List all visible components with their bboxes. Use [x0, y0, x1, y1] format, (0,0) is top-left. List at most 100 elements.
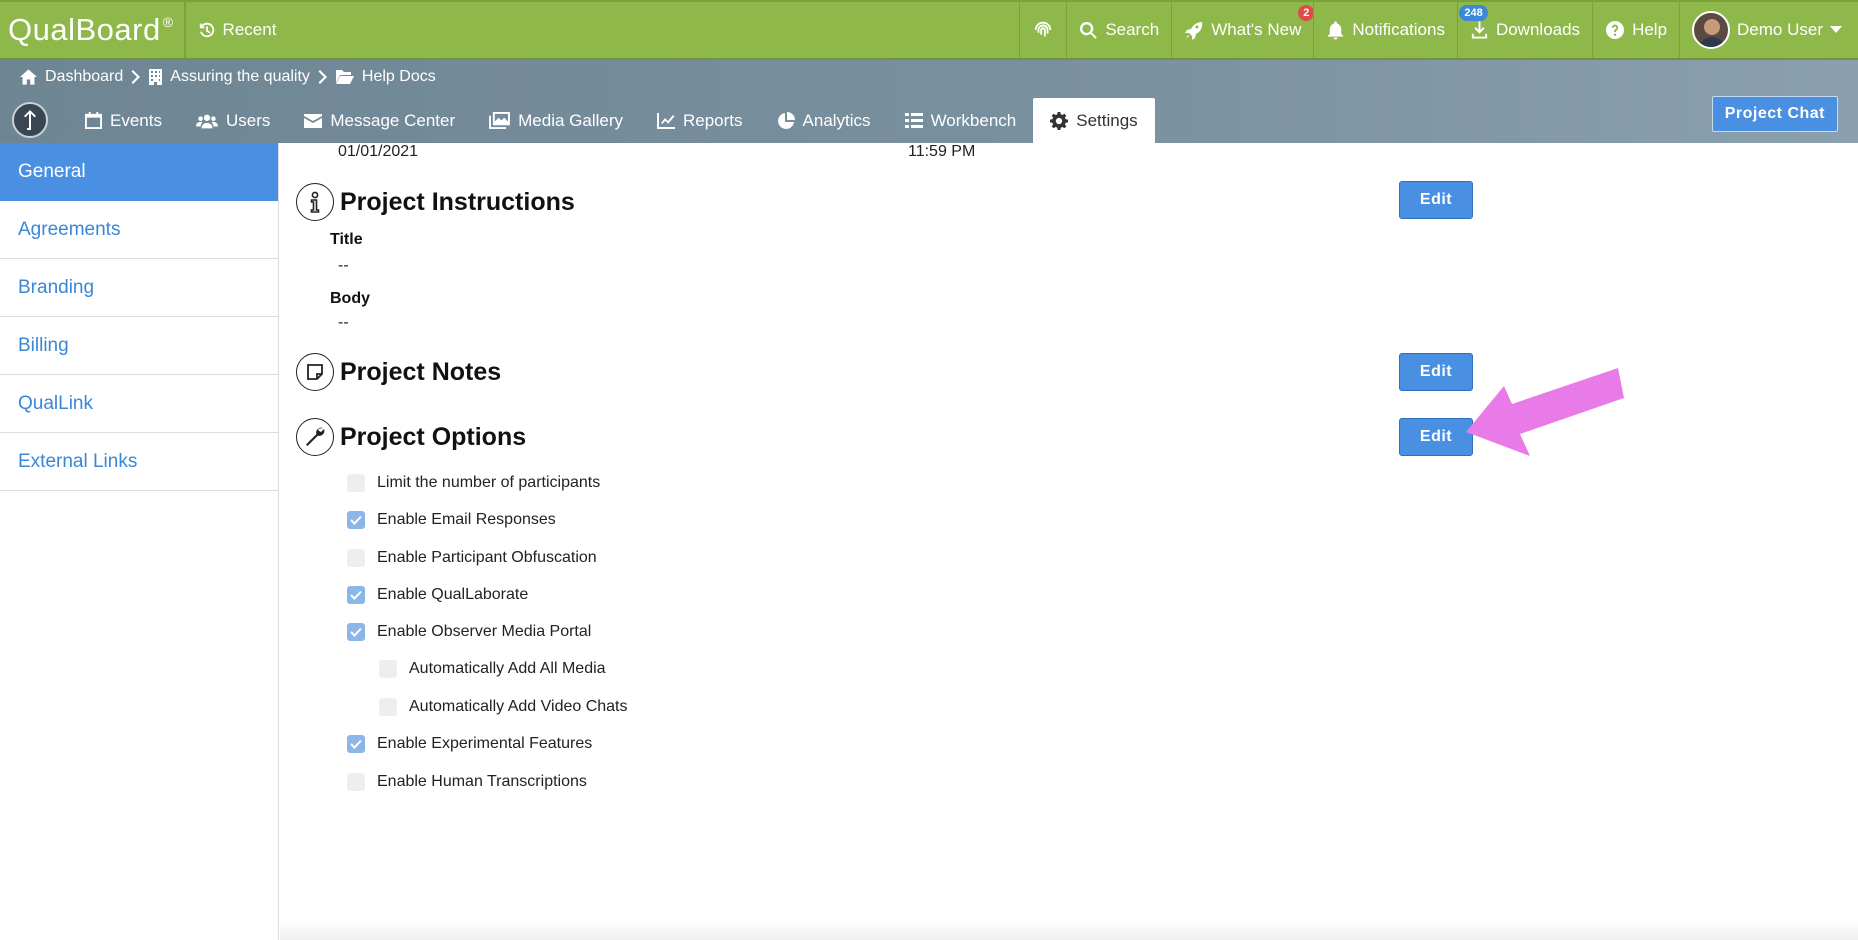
user-menu[interactable]: Demo User: [1679, 2, 1858, 58]
calendar-icon: [85, 112, 102, 129]
option-label: Enable Observer Media Portal: [377, 623, 592, 640]
tab-reports[interactable]: Reports: [640, 98, 760, 143]
tab-label: Settings: [1076, 110, 1138, 130]
instructions-body-value: --: [338, 314, 349, 331]
downloads-button[interactable]: Downloads: [1456, 2, 1592, 58]
check-icon: [350, 627, 362, 637]
breadcrumb-current[interactable]: Help Docs: [362, 68, 436, 86]
option-row[interactable]: Enable Participant Obfuscation: [347, 549, 597, 567]
whats-new-badge: 2: [1298, 5, 1315, 21]
pie-chart-icon: [777, 111, 795, 129]
sidebar-item-external-links[interactable]: External Links: [0, 433, 278, 491]
tab-label: Message Center: [330, 110, 456, 130]
tab-label: Media Gallery: [518, 110, 623, 130]
users-icon: [195, 114, 218, 128]
checkbox-checked[interactable]: [347, 586, 365, 604]
tab-events[interactable]: Events: [68, 98, 179, 143]
info-icon: [296, 183, 334, 221]
option-row[interactable]: Limit the number of participants: [347, 474, 600, 492]
images-icon: [489, 112, 511, 129]
option-row[interactable]: Automatically Add Video Chats: [379, 698, 628, 716]
notifications-label: Notifications: [1352, 20, 1445, 39]
sidebar-item-quallink[interactable]: QualLink: [0, 375, 278, 433]
bell-icon: [1328, 21, 1344, 40]
rocket-icon: [1185, 22, 1203, 40]
pointer-arrow-icon: [1466, 368, 1624, 456]
checkbox-unchecked[interactable]: [379, 698, 397, 716]
whats-new-label: What's New: [1211, 20, 1302, 39]
checkbox-unchecked[interactable]: [347, 773, 365, 791]
sidebar-item-branding[interactable]: Branding: [0, 259, 278, 317]
tab-settings[interactable]: Settings: [1033, 98, 1155, 143]
fingerprint-button[interactable]: [1019, 2, 1066, 58]
sidebar-item-agreements[interactable]: Agreements: [0, 201, 278, 259]
search-button[interactable]: Search: [1066, 2, 1171, 58]
go-up-button[interactable]: [12, 102, 48, 138]
avatar: [1692, 11, 1731, 49]
app-logo[interactable]: QualBoard ®: [0, 2, 185, 58]
notifications-button[interactable]: Notifications 248: [1313, 2, 1488, 58]
tab-workbench[interactable]: Workbench: [888, 98, 1034, 143]
recent-label: Recent: [222, 20, 277, 39]
checkbox-unchecked[interactable]: [347, 474, 365, 492]
building-icon: [149, 69, 163, 85]
check-icon: [350, 515, 362, 525]
tab-users[interactable]: Users: [179, 98, 287, 143]
project-chat-button[interactable]: Project Chat: [1711, 96, 1838, 132]
tab-media-gallery[interactable]: Media Gallery: [472, 98, 640, 143]
recent-button[interactable]: Recent: [184, 2, 289, 58]
tab-analytics[interactable]: Analytics: [760, 98, 888, 143]
project-instructions-header: Project Instructions: [296, 183, 575, 221]
checkbox-checked[interactable]: [347, 735, 365, 753]
level-up-icon: [24, 110, 36, 130]
checkbox-unchecked[interactable]: [379, 660, 397, 678]
check-icon: [350, 739, 362, 749]
sidebar-item-general[interactable]: General: [0, 143, 278, 201]
option-row[interactable]: Enable Human Transcriptions: [347, 773, 587, 791]
settings-main: 01/01/2021 11:59 PM Project Instructions…: [280, 143, 1858, 940]
checkbox-checked[interactable]: [347, 511, 365, 529]
start-date: 01/01/2021: [338, 143, 419, 160]
caret-down-icon: [1830, 26, 1842, 33]
home-icon: [20, 69, 37, 85]
section-title: Project Instructions: [340, 187, 575, 216]
sticky-note-icon: [296, 353, 334, 391]
breadcrumb-dashboard[interactable]: Dashboard: [45, 68, 123, 86]
bottom-shade: [280, 920, 1858, 940]
breadcrumb-project[interactable]: Assuring the quality: [170, 68, 310, 86]
checkbox-checked[interactable]: [347, 623, 365, 641]
whats-new-button[interactable]: What's New 2: [1171, 2, 1315, 58]
checkbox-unchecked[interactable]: [347, 549, 365, 567]
chevron-right-icon: [318, 70, 327, 84]
logo-text: QualBoard: [8, 12, 161, 47]
help-button[interactable]: Help: [1592, 2, 1679, 58]
instructions-body-label: Body: [330, 290, 370, 307]
option-row[interactable]: Enable Experimental Features: [347, 735, 592, 753]
edit-instructions-button[interactable]: Edit: [1399, 181, 1473, 219]
option-label: Enable QualLaborate: [377, 586, 529, 603]
search-label: Search: [1105, 20, 1160, 39]
instructions-title-value: --: [338, 257, 349, 274]
chevron-right-icon: [131, 70, 141, 84]
gear-icon: [1050, 111, 1069, 130]
list-icon: [904, 112, 923, 128]
tab-message-center[interactable]: Message Center: [287, 98, 472, 143]
option-row[interactable]: Enable Email Responses: [347, 511, 556, 529]
option-label: Limit the number of participants: [377, 474, 601, 491]
option-label: Automatically Add All Media: [409, 660, 606, 677]
option-row[interactable]: Automatically Add All Media: [379, 660, 606, 678]
option-row[interactable]: Enable Observer Media Portal: [347, 623, 591, 641]
end-time: 11:59 PM: [908, 143, 976, 160]
option-label: Enable Participant Obfuscation: [377, 549, 597, 566]
option-label: Enable Human Transcriptions: [377, 773, 587, 790]
help-label: Help: [1632, 20, 1668, 39]
option-row[interactable]: Enable QualLaborate: [347, 586, 528, 604]
sidebar-item-billing[interactable]: Billing: [0, 317, 278, 375]
logo-registered-mark: ®: [162, 14, 174, 30]
folder-open-icon: [335, 70, 354, 84]
section-title: Project Notes: [340, 357, 502, 386]
breadcrumb: Dashboard Assuring the quality Help Docs: [20, 68, 436, 86]
download-icon: [1471, 21, 1488, 39]
project-tabs: Events Users Message Center Media Galler…: [12, 98, 1155, 143]
settings-sidebar: General Agreements Branding Billing Qual…: [0, 143, 279, 940]
